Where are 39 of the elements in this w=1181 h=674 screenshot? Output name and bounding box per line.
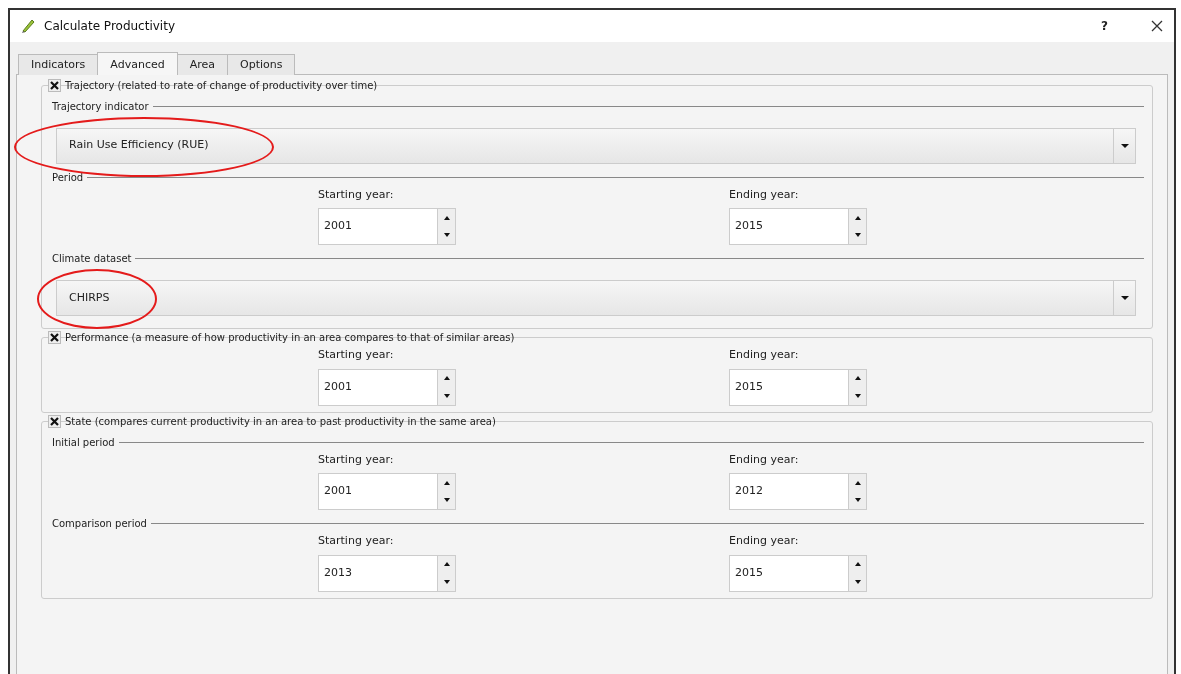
spin-box[interactable]: 2013 [318, 554, 456, 592]
pencil-icon [20, 18, 36, 34]
field-label: Ending year: [729, 451, 800, 468]
spin-box[interactable]: 2001 [318, 368, 456, 406]
group-label: Initial period [52, 435, 115, 450]
tab[interactable]: Indicators [18, 54, 99, 75]
dropdown[interactable]: CHIRPS [56, 280, 1136, 316]
checkbox[interactable] [48, 78, 61, 92]
field-label: Ending year: [729, 533, 800, 549]
tab[interactable]: Options [227, 54, 296, 75]
window-title: Calculate Productivity [44, 18, 175, 35]
checkbox[interactable] [48, 331, 61, 344]
tab[interactable]: Advanced [97, 52, 178, 75]
field-label: Starting year: [318, 533, 395, 549]
section-title: Performance (a measure of how productivity in an area compares to that of similar areas) [65, 331, 515, 345]
spin-box[interactable]: 2015 [729, 368, 867, 406]
group-label: Period [52, 170, 84, 185]
dropdown-arrow-icon[interactable] [1119, 142, 1130, 149]
tab[interactable]: Area [176, 54, 228, 75]
field-label: Starting year: [318, 347, 395, 363]
group-label: Comparison period [52, 517, 147, 531]
dropdown[interactable]: Rain Use Efficiency (RUE) [56, 127, 1136, 164]
section-title: Trajectory (related to rate of change of productivity over time) [65, 78, 378, 93]
dropdown-arrow-icon[interactable] [1119, 295, 1130, 301]
field-label: Starting year: [318, 186, 395, 203]
help-button[interactable]: ? [1101, 17, 1108, 35]
spin-box[interactable]: 2015 [729, 208, 867, 245]
field-label: Ending year: [729, 347, 800, 363]
section-title: State (compares current productivity in an area to past productivity in the same area) [65, 414, 496, 429]
spin-box[interactable]: 2012 [729, 473, 867, 510]
spin-box[interactable]: 2001 [318, 208, 456, 245]
checkbox[interactable] [48, 414, 61, 428]
spin-box[interactable]: 2001 [318, 473, 456, 510]
group-label: Climate dataset [52, 252, 132, 266]
field-label: Starting year: [318, 451, 395, 468]
group-label: Trajectory indicator [52, 99, 149, 114]
close-icon[interactable] [1150, 19, 1164, 33]
field-label: Ending year: [729, 186, 800, 203]
spin-box[interactable]: 2015 [729, 554, 867, 592]
